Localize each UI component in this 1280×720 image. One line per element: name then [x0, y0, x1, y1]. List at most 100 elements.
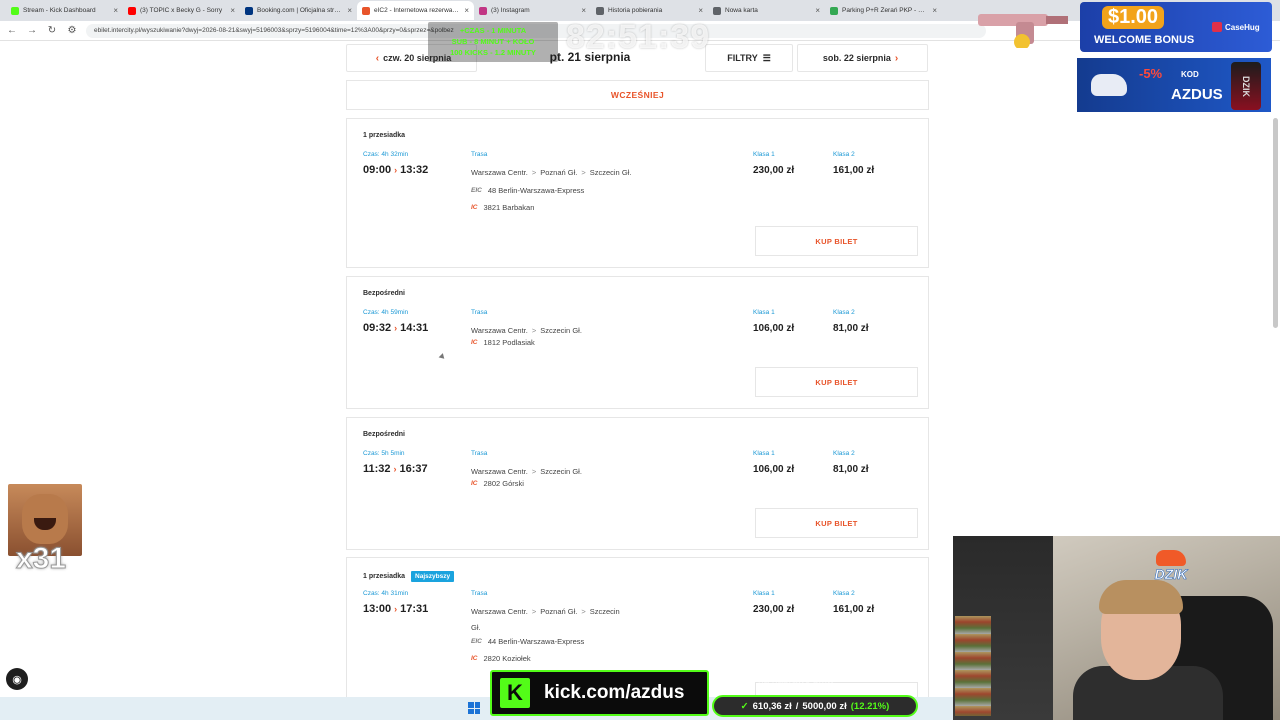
chevron-right-icon: >	[581, 168, 586, 177]
chevron-right-icon: >	[531, 326, 537, 335]
arrival-time: 16:37	[399, 463, 428, 475]
close-tab-icon[interactable]: ×	[581, 6, 586, 15]
class1-price[interactable]: 230,00 zł	[753, 604, 794, 615]
close-tab-icon[interactable]: ×	[932, 6, 937, 15]
sliders-icon: ☰	[762, 52, 771, 63]
favicon-icon	[713, 6, 721, 15]
route-station: Warszawa Centr.	[471, 607, 528, 616]
tab-title: Historia pobierania	[608, 7, 663, 14]
buy-ticket-button[interactable]: KUP BILET	[755, 226, 918, 256]
windows-start-icon[interactable]	[468, 702, 480, 714]
close-tab-icon[interactable]: ×	[815, 6, 820, 15]
bonus-amount: $1.00	[1102, 6, 1165, 29]
carrier-logo-icon: IC	[471, 204, 478, 211]
donation-goal-bar: ✓ 610,36 zł / 5000,00 zł (12.21%)	[712, 695, 918, 717]
connection-type: Bezpośredni	[363, 290, 405, 297]
travel-duration: Czas: 4h 31min	[363, 590, 409, 597]
browser-tab[interactable]: (3) TOPIC x Becky G - Sorry ×	[123, 1, 240, 20]
arrival-time: 17:31	[400, 603, 429, 615]
departure-time: 11:32	[363, 463, 391, 475]
site-info-icon[interactable]: ⚙	[66, 25, 78, 36]
browser-tab[interactable]: Nowa karta ×	[708, 1, 825, 20]
goal-separator: /	[795, 700, 799, 712]
route-station: Warszawa Centr.	[471, 168, 528, 177]
bonus-text: WELCOME BONUS	[1094, 34, 1195, 46]
class1-price[interactable]: 106,00 zł	[753, 464, 794, 475]
forward-icon[interactable]: →	[26, 25, 38, 36]
tab-title: Nowa karta	[725, 7, 758, 14]
reload-icon[interactable]: ↻	[46, 25, 58, 36]
favicon-icon	[596, 6, 604, 15]
browser-tab[interactable]: eIC2 - Internetowa rezerwacja ×	[357, 1, 474, 20]
page-scrollbar[interactable]	[1273, 118, 1278, 328]
departure-arrival: 13:00 › 17:31	[363, 603, 428, 615]
travel-duration: Czas: 4h 32min	[363, 151, 409, 158]
filters-button[interactable]: FILTRY ☰	[705, 44, 793, 72]
departure-arrival: 11:32 › 16:37	[363, 463, 428, 475]
class1-price[interactable]: 230,00 zł	[753, 165, 794, 176]
chevron-right-icon: >	[531, 467, 537, 476]
favicon-icon	[245, 6, 253, 15]
fastest-badge: Najszybszy	[411, 571, 455, 582]
chevron-right-icon: >	[531, 168, 537, 177]
class1-price[interactable]: 106,00 zł	[753, 323, 794, 334]
train-info: EIC 44 Berlin-Warszawa-Express	[471, 637, 584, 646]
train-info: IC 3821 Barbakan	[471, 203, 534, 212]
train-info: IC 2802 Górski	[471, 479, 524, 488]
arrow-right-icon: ›	[394, 165, 398, 175]
eye-toggle-icon[interactable]: ◉	[6, 668, 28, 690]
class2-price[interactable]: 161,00 zł	[833, 604, 874, 615]
rule-line-2: SUB - 8 MINUT + KOŁO	[451, 37, 535, 46]
buy-ticket-button[interactable]: KUP BILET	[755, 508, 918, 538]
departure-arrival: 09:00 › 13:32	[363, 164, 428, 176]
back-icon[interactable]: ←	[6, 25, 18, 36]
close-tab-icon[interactable]: ×	[113, 6, 118, 15]
close-tab-icon[interactable]: ×	[698, 6, 703, 15]
travel-duration: Czas: 4h 59min	[363, 309, 409, 316]
goal-percent: (12.21%)	[850, 700, 890, 712]
route-label: Trasa	[471, 450, 488, 457]
close-tab-icon[interactable]: ×	[347, 6, 352, 15]
train-name: 44 Berlin-Warszawa-Express	[487, 637, 585, 646]
class2-price[interactable]: 81,00 zł	[833, 323, 869, 334]
carrier-logo-icon: EIC	[471, 638, 482, 645]
emote-count: x31	[15, 542, 67, 576]
connection-card: Bezpośredni Czas: 4h 59min 09:32 › 14:31 Tras…	[346, 276, 929, 409]
stream-timer-rules: +CZAS - 1 MINUTA SUB - 8 MINUT + KOŁO 10…	[428, 22, 558, 62]
train-info: EIC 48 Berlin-Warszawa-Express	[471, 186, 584, 195]
browser-tab[interactable]: Stream - Kick Dashboard ×	[6, 1, 123, 20]
class2-price[interactable]: 81,00 zł	[833, 464, 869, 475]
route-station: Warszawa Centr.	[471, 326, 528, 335]
train-info: IC 1812 Podlasiak	[471, 338, 535, 347]
carrier-logo-icon: EIC	[471, 187, 482, 194]
tab-title: (3) Instagram	[491, 7, 530, 14]
promo-code: AZDUS	[1171, 86, 1223, 103]
connection-type: Bezpośredni	[363, 431, 405, 438]
earlier-button[interactable]: WCZEŚNIEJ	[346, 80, 929, 110]
goal-current: 610,36 zł	[752, 700, 792, 712]
route-station: Szczecin Gł.	[540, 467, 582, 476]
travel-duration: Czas: 5h 5min	[363, 450, 405, 457]
stream-screen: Stream - Kick Dashboard × (3) TOPIC x Beck…	[0, 0, 1280, 720]
departure-time: 13:00	[363, 603, 392, 615]
carrier-logo-icon: IC	[471, 655, 478, 662]
connection-type: 1 przesiadka Najszybszy	[363, 571, 455, 582]
buy-ticket-button[interactable]: KUP BILET	[755, 367, 918, 397]
dzik-logo-text: DZIK	[1154, 566, 1188, 583]
route-label: Trasa	[471, 309, 488, 316]
next-day-label: sob. 22 sierpnia	[822, 53, 891, 63]
connection-type-label: Bezpośredni	[363, 290, 406, 297]
tab-title: Stream - Kick Dashboard	[23, 7, 96, 14]
casehug-brand: CaseHug	[1212, 22, 1260, 32]
browser-tab[interactable]: Parking P+R Żerań PKP - Mapy ×	[825, 1, 942, 20]
close-tab-icon[interactable]: ×	[464, 6, 469, 15]
class2-price[interactable]: 161,00 zł	[833, 165, 874, 176]
class2-label: Klasa 2	[833, 309, 855, 316]
train-name: 1812 Podlasiak	[483, 338, 535, 347]
close-tab-icon[interactable]: ×	[230, 6, 235, 15]
filters-label: FILTRY	[727, 53, 758, 63]
route-station: Szczecin Gł.	[540, 326, 582, 335]
browser-tab[interactable]: Booking.com | Oficjalna strona ×	[240, 1, 357, 20]
next-day-button[interactable]: sob. 22 sierpnia ›	[797, 44, 928, 72]
connection-card: Bezpośredni Czas: 5h 5min 11:32 › 16:37 Trasa…	[346, 417, 929, 550]
